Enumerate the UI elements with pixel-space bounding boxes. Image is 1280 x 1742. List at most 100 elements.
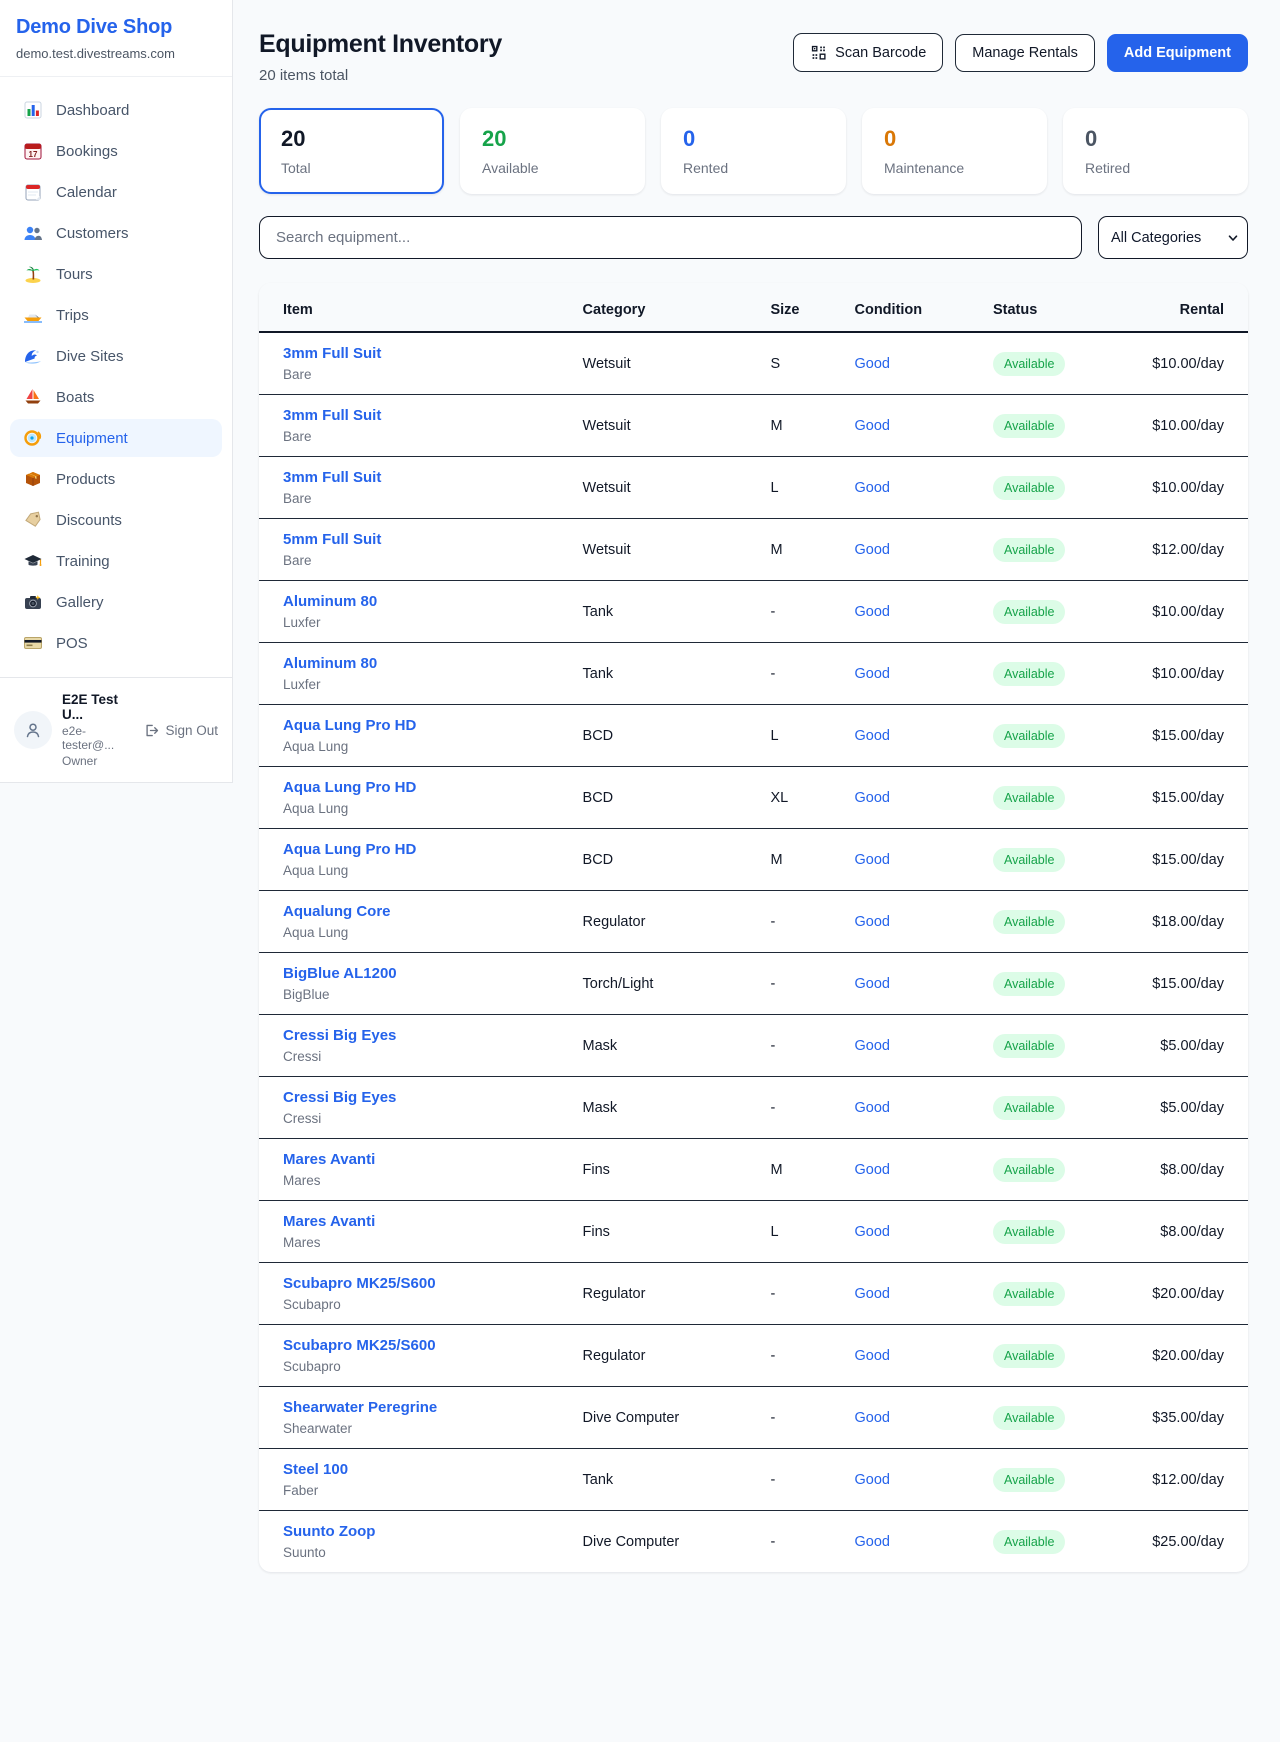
stat-card-rented[interactable]: 0 Rented bbox=[661, 108, 846, 194]
item-category: BCD bbox=[571, 829, 759, 891]
palm-island-icon bbox=[23, 264, 43, 284]
item-category: BCD bbox=[571, 705, 759, 767]
item-name-link[interactable]: Scubapro MK25/S600 bbox=[283, 1337, 559, 1354]
stat-card-maintenance[interactable]: 0 Maintenance bbox=[862, 108, 1047, 194]
item-condition-link[interactable]: Good bbox=[855, 666, 890, 682]
item-name-link[interactable]: 5mm Full Suit bbox=[283, 531, 559, 548]
equipment-table-card: ItemCategorySizeConditionStatusRental 3m… bbox=[259, 283, 1248, 1572]
sidebar-item-products[interactable]: Products bbox=[10, 460, 222, 498]
item-size: - bbox=[758, 1263, 842, 1325]
item-name-link[interactable]: 3mm Full Suit bbox=[283, 469, 559, 486]
stat-card-total[interactable]: 20 Total bbox=[259, 108, 444, 194]
sidebar-item-label: POS bbox=[56, 635, 88, 652]
column-header-condition: Condition bbox=[843, 283, 981, 332]
sidebar-item-pos[interactable]: POS bbox=[10, 624, 222, 662]
sidebar-item-tours[interactable]: Tours bbox=[10, 255, 222, 293]
item-name-link[interactable]: Cressi Big Eyes bbox=[283, 1089, 559, 1106]
item-condition-link[interactable]: Good bbox=[855, 542, 890, 558]
sidebar-item-gallery[interactable]: Gallery bbox=[10, 583, 222, 621]
item-condition-link[interactable]: Good bbox=[855, 1100, 890, 1116]
items-total-count: 20 items total bbox=[259, 67, 502, 84]
logout-icon bbox=[142, 722, 159, 739]
item-condition-link[interactable]: Good bbox=[855, 418, 890, 434]
item-name-link[interactable]: 3mm Full Suit bbox=[283, 407, 559, 424]
item-size: M bbox=[758, 519, 842, 581]
sign-out-label: Sign Out bbox=[165, 723, 218, 738]
item-condition-link[interactable]: Good bbox=[855, 1534, 890, 1550]
status-badge: Available bbox=[993, 662, 1066, 686]
person-icon bbox=[23, 720, 43, 740]
item-condition-link[interactable]: Good bbox=[855, 976, 890, 992]
sidebar-item-bookings[interactable]: Bookings bbox=[10, 132, 222, 170]
sidebar-item-trips[interactable]: Trips bbox=[10, 296, 222, 334]
wave-icon bbox=[23, 346, 43, 366]
item-condition-link[interactable]: Good bbox=[855, 1472, 890, 1488]
add-equipment-button[interactable]: Add Equipment bbox=[1107, 34, 1248, 72]
item-rental-rate: $8.00/day bbox=[1160, 1162, 1224, 1178]
sidebar-item-dashboard[interactable]: Dashboard bbox=[10, 91, 222, 129]
item-name-link[interactable]: Aluminum 80 bbox=[283, 655, 559, 672]
table-row: Scubapro MK25/S600 Scubapro Regulator - … bbox=[259, 1325, 1248, 1387]
item-name-link[interactable]: Aqua Lung Pro HD bbox=[283, 779, 559, 796]
item-name-link[interactable]: Aqualung Core bbox=[283, 903, 559, 920]
table-row: Aluminum 80 Luxfer Tank - Good Available… bbox=[259, 643, 1248, 705]
item-name-link[interactable]: Aluminum 80 bbox=[283, 593, 559, 610]
item-name-link[interactable]: Cressi Big Eyes bbox=[283, 1027, 559, 1044]
sidebar-item-dive-sites[interactable]: Dive Sites bbox=[10, 337, 222, 375]
manage-rentals-button[interactable]: Manage Rentals bbox=[955, 34, 1095, 72]
sidebar-item-customers[interactable]: Customers bbox=[10, 214, 222, 252]
item-name-link[interactable]: 3mm Full Suit bbox=[283, 345, 559, 362]
item-name-link[interactable]: Shearwater Peregrine bbox=[283, 1399, 559, 1416]
scan-barcode-button[interactable]: Scan Barcode bbox=[793, 33, 943, 72]
item-category: Regulator bbox=[571, 1263, 759, 1325]
sidebar-item-calendar[interactable]: Calendar bbox=[10, 173, 222, 211]
item-condition-link[interactable]: Good bbox=[855, 1286, 890, 1302]
table-row: Steel 100 Faber Tank - Good Available $1… bbox=[259, 1449, 1248, 1511]
item-condition-link[interactable]: Good bbox=[855, 852, 890, 868]
item-condition-link[interactable]: Good bbox=[855, 914, 890, 930]
item-brand: Faber bbox=[283, 1483, 559, 1498]
category-select[interactable]: All Categories bbox=[1098, 216, 1248, 259]
item-condition-link[interactable]: Good bbox=[855, 480, 890, 496]
status-badge: Available bbox=[993, 538, 1066, 562]
item-condition-link[interactable]: Good bbox=[855, 728, 890, 744]
manage-rentals-label: Manage Rentals bbox=[972, 45, 1078, 61]
sidebar-item-boats[interactable]: Boats bbox=[10, 378, 222, 416]
sign-out-button[interactable]: Sign Out bbox=[142, 722, 218, 739]
item-condition-link[interactable]: Good bbox=[855, 356, 890, 372]
search-input[interactable] bbox=[259, 216, 1082, 259]
item-size: L bbox=[758, 457, 842, 519]
item-condition-link[interactable]: Good bbox=[855, 1410, 890, 1426]
sidebar-item-equipment[interactable]: Equipment bbox=[10, 419, 222, 457]
item-name-link[interactable]: Aqua Lung Pro HD bbox=[283, 717, 559, 734]
item-condition-link[interactable]: Good bbox=[855, 1348, 890, 1364]
qr-scan-icon bbox=[810, 44, 827, 61]
item-name-link[interactable]: Suunto Zoop bbox=[283, 1523, 559, 1540]
item-name-link[interactable]: Scubapro MK25/S600 bbox=[283, 1275, 559, 1292]
status-badge: Available bbox=[993, 972, 1066, 996]
credit-card-icon bbox=[23, 633, 43, 653]
item-name-link[interactable]: Aqua Lung Pro HD bbox=[283, 841, 559, 858]
scan-barcode-label: Scan Barcode bbox=[835, 45, 926, 61]
sidebar-item-training[interactable]: Training bbox=[10, 542, 222, 580]
item-name-link[interactable]: Mares Avanti bbox=[283, 1151, 559, 1168]
item-category: Torch/Light bbox=[571, 953, 759, 1015]
stat-label: Rented bbox=[683, 160, 824, 176]
sidebar-item-discounts[interactable]: Discounts bbox=[10, 501, 222, 539]
stat-card-available[interactable]: 20 Available bbox=[460, 108, 645, 194]
item-category: Wetsuit bbox=[571, 332, 759, 395]
item-condition-link[interactable]: Good bbox=[855, 604, 890, 620]
table-row: Aqua Lung Pro HD Aqua Lung BCD XL Good A… bbox=[259, 767, 1248, 829]
item-rental-rate: $5.00/day bbox=[1160, 1038, 1224, 1054]
item-name-link[interactable]: BigBlue AL1200 bbox=[283, 965, 559, 982]
grad-cap-icon bbox=[23, 551, 43, 571]
stat-card-retired[interactable]: 0 Retired bbox=[1063, 108, 1248, 194]
item-condition-link[interactable]: Good bbox=[855, 790, 890, 806]
item-condition-link[interactable]: Good bbox=[855, 1162, 890, 1178]
item-condition-link[interactable]: Good bbox=[855, 1224, 890, 1240]
item-name-link[interactable]: Steel 100 bbox=[283, 1461, 559, 1478]
item-condition-link[interactable]: Good bbox=[855, 1038, 890, 1054]
stat-label: Available bbox=[482, 160, 623, 176]
item-name-link[interactable]: Mares Avanti bbox=[283, 1213, 559, 1230]
status-badge: Available bbox=[993, 1344, 1066, 1368]
